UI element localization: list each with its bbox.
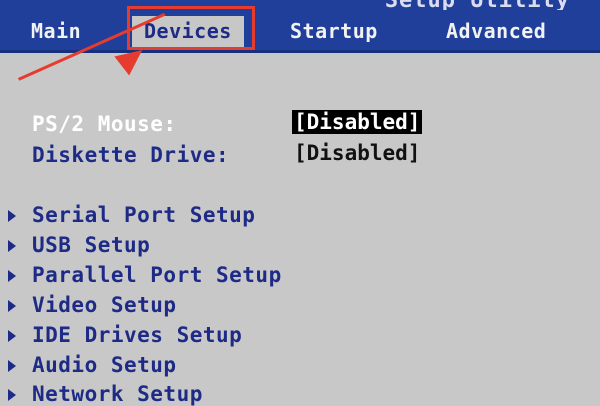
- tab-main[interactable]: Main: [31, 16, 81, 46]
- setting-label-ps2-mouse: PS/2 Mouse:: [32, 112, 177, 136]
- triangle-right-icon: [8, 360, 16, 372]
- triangle-right-icon: [8, 240, 16, 252]
- setting-value-ps2-mouse[interactable]: [Disabled]: [292, 110, 423, 134]
- submenu-audio-setup[interactable]: Audio Setup: [8, 353, 177, 377]
- submenu-label: Serial Port Setup: [32, 203, 256, 227]
- setting-value-text[interactable]: [Disabled]: [292, 110, 423, 134]
- submenu-label: Network Setup: [32, 382, 203, 406]
- tab-advanced[interactable]: Advanced: [446, 16, 546, 46]
- triangle-right-icon: [8, 300, 16, 312]
- submenu-ide-drives-setup[interactable]: IDE Drives Setup: [8, 323, 242, 347]
- tab-startup[interactable]: Startup: [290, 16, 378, 46]
- submenu-video-setup[interactable]: Video Setup: [8, 293, 177, 317]
- triangle-right-icon: [8, 270, 16, 282]
- submenu-label: Parallel Port Setup: [32, 263, 282, 287]
- submenu-label: Video Setup: [32, 293, 177, 317]
- triangle-right-icon: [8, 389, 16, 401]
- title-strip: Setup Utility: [0, 0, 600, 13]
- submenu-label: USB Setup: [32, 233, 151, 257]
- submenu-label: IDE Drives Setup: [32, 323, 243, 347]
- setting-value-text[interactable]: [Disabled]: [292, 141, 422, 165]
- devices-tab-highlight-box: [127, 6, 255, 50]
- submenu-parallel-port-setup[interactable]: Parallel Port Setup: [8, 263, 282, 287]
- submenu-serial-port-setup[interactable]: Serial Port Setup: [8, 203, 255, 227]
- submenu-label: Audio Setup: [32, 353, 177, 377]
- triangle-right-icon: [8, 330, 16, 342]
- submenu-network-setup[interactable]: Network Setup: [8, 382, 203, 406]
- submenu-usb-setup[interactable]: USB Setup: [8, 233, 150, 257]
- setting-value-diskette-drive[interactable]: [Disabled]: [292, 141, 422, 165]
- setting-label-diskette-drive: Diskette Drive:: [32, 143, 230, 167]
- triangle-right-icon: [8, 210, 16, 222]
